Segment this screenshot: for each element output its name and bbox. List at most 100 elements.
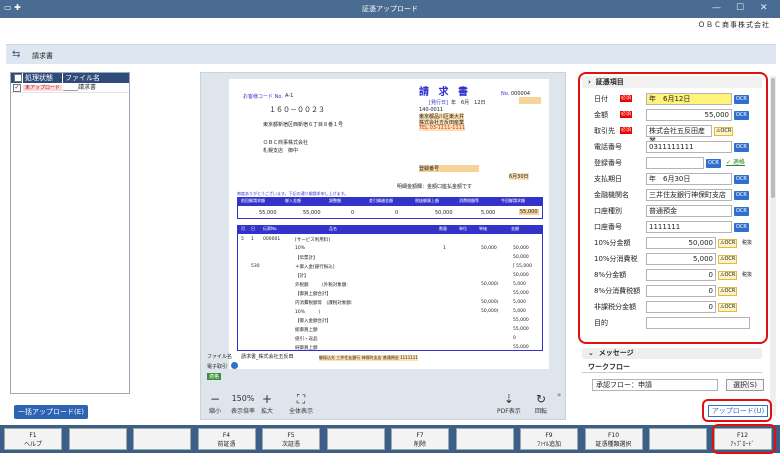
zoom-out-button[interactable]: − 縮小 bbox=[209, 392, 221, 415]
section-header: ⇆ 請求書 bbox=[6, 44, 776, 64]
file-name-label: ファイル名 bbox=[207, 354, 233, 360]
detail-cell-amt: 50,000 bbox=[513, 246, 529, 251]
detail-cell-name: 【御買上額合計】 bbox=[295, 292, 331, 297]
pdf-icon: ⇣ bbox=[503, 392, 514, 406]
detail-cell-amt: 0 bbox=[513, 336, 516, 341]
fkey-f9[interactable]: F9 ﾌｧｲﾙ追加 bbox=[520, 428, 578, 450]
highlight-fields bbox=[578, 72, 768, 344]
fkey-blank-10[interactable] bbox=[649, 428, 707, 450]
fkey-label: 証憑種類選択 bbox=[595, 441, 632, 448]
workflow-field: 承認フロー：申請 bbox=[592, 379, 718, 391]
document-viewer[interactable]: お客様コード No. A-1 １６０－００２３ 東京都新宿区西新宿６丁目８番１号… bbox=[200, 72, 566, 420]
detail-cell-amt: 5,000 bbox=[513, 282, 526, 287]
file-row[interactable]: ✓ 未アップロード _____請求書 bbox=[11, 83, 129, 93]
detail-cell-amt: 55,000 bbox=[513, 327, 529, 332]
detail-cell-price: 50,000) bbox=[481, 309, 499, 314]
detail-cell-no: 000001 bbox=[263, 237, 281, 242]
fkey-label: ヘルプ bbox=[23, 441, 42, 448]
file-list-header: 処理状態 ファイル名 bbox=[11, 73, 129, 83]
fkey-label: 次証憑 bbox=[281, 441, 300, 448]
detail-cell-c1: 5 bbox=[241, 237, 244, 242]
pdf-view-button[interactable]: ⇣ PDF表示 bbox=[497, 392, 521, 415]
fkey-number: F7 bbox=[416, 432, 424, 439]
detail-cell-name: [サービス利用料] bbox=[295, 238, 331, 243]
detail-cell-name: 内消費税額等 (課税対象額: bbox=[295, 301, 353, 306]
detail-cell-qty: 1 bbox=[443, 246, 446, 251]
fkey-f10[interactable]: F10 証憑種類選択 bbox=[584, 428, 643, 450]
invoice-page: お客様コード No. A-1 １６０－００２３ 東京都新宿区西新宿６丁目８番１号… bbox=[229, 79, 549, 369]
scroll-thumb[interactable] bbox=[771, 78, 775, 198]
file-list: 処理状態 ファイル名 ✓ 未アップロード _____請求書 bbox=[10, 72, 130, 394]
detail-cell-amt: 50,000 bbox=[513, 255, 529, 260]
detail-cell-name: 外税額 (外税対象額: bbox=[295, 283, 348, 288]
fkey-blank-1[interactable] bbox=[68, 428, 127, 450]
section-title: 請求書 bbox=[32, 52, 53, 60]
fit-page-button[interactable]: ⛶ 全体表示 bbox=[289, 392, 313, 415]
fkey-f4[interactable]: F4 前証憑 bbox=[197, 428, 256, 450]
detail-cell-name: 総御買上額 bbox=[295, 328, 318, 333]
detail-cell-amt: 50,000 bbox=[513, 273, 529, 278]
title-bar: ▭ ✚ 証憑アップロード — ☐ ✕ bbox=[0, 0, 780, 18]
fkey-label: 削除 bbox=[413, 441, 426, 448]
detail-cell-c2: 530 bbox=[251, 264, 260, 269]
detail-cell-name: 純御買上額 bbox=[295, 346, 318, 351]
zoom-in-button[interactable]: + 拡大 bbox=[261, 392, 273, 415]
detail-cell-name: 【伝票計】 bbox=[295, 256, 318, 261]
detail-lines: 5 1 000001 [サービス利用料] 10% 1 50,000 50,000 【伝票計】 50… bbox=[229, 79, 549, 369]
detail-cell-amt: 55,000 bbox=[513, 318, 529, 323]
detail-cell-name: 【計】 bbox=[295, 274, 309, 279]
zoom-out-icon: − bbox=[209, 392, 221, 406]
fit-icon: ⛶ bbox=[296, 392, 306, 406]
detail-cell-name: 10% ( bbox=[295, 310, 321, 315]
bulk-upload-button[interactable]: 一括アップロード(E) bbox=[14, 405, 88, 419]
panel-scrollbar[interactable] bbox=[770, 76, 776, 416]
fkey-number: F5 bbox=[287, 432, 295, 439]
fkey-f1[interactable]: F1 ヘルプ bbox=[4, 428, 62, 450]
fkey-label: ﾌｧｲﾙ追加 bbox=[536, 441, 561, 448]
zoom-level[interactable]: 150% 表示倍率 bbox=[231, 392, 255, 415]
file-name-value: 請求書_株式会社五反田 bbox=[241, 353, 294, 360]
file-name-cell: _____請求書 bbox=[63, 84, 97, 91]
detail-cell-c2: 1 bbox=[251, 237, 254, 242]
fkey-blank-5[interactable] bbox=[326, 428, 385, 450]
swap-icon: ⇆ bbox=[12, 49, 21, 60]
window-title: 証憑アップロード bbox=[362, 5, 418, 13]
select-workflow-button[interactable]: 選択(S) bbox=[726, 379, 764, 391]
status-badge: 未アップロード bbox=[23, 85, 63, 91]
rotate-button[interactable]: ↻ 回転 bbox=[535, 392, 547, 415]
message-section[interactable]: ⌄ メッセージ bbox=[582, 348, 762, 359]
collapse-icon[interactable]: » bbox=[557, 391, 561, 399]
function-key-bar: F1 ヘルプ F4 前証憑 F5 次証憑 F7 削除 F9 ﾌｧｲﾙ追加 F10 証憑種類選択 F12 ｱ… bbox=[0, 425, 780, 453]
rotate-icon: ↻ bbox=[535, 392, 547, 406]
fkey-f5[interactable]: F5 次証憑 bbox=[262, 428, 320, 450]
fkey-number: F10 bbox=[607, 432, 620, 439]
fkey-blank-2[interactable] bbox=[133, 428, 191, 450]
fkey-blank-7[interactable] bbox=[455, 428, 514, 450]
detail-cell-name: 値引・返品 bbox=[295, 337, 318, 342]
info-icon[interactable] bbox=[231, 362, 238, 369]
close-button[interactable]: ✕ bbox=[760, 3, 768, 13]
col-filename: ファイル名 bbox=[65, 74, 100, 82]
maximize-button[interactable]: ☐ bbox=[736, 3, 744, 13]
detail-cell-amt: 55,000 bbox=[513, 345, 529, 350]
row-checkbox[interactable]: ✓ bbox=[13, 84, 21, 92]
fkey-label: 前証憑 bbox=[217, 441, 236, 448]
upload-button[interactable]: アップロード(U) bbox=[708, 405, 768, 417]
detail-cell-price: 50,000 bbox=[481, 246, 497, 251]
detail-cell-amt: 5,000 bbox=[513, 300, 526, 305]
eligible-badge: 適格 bbox=[207, 373, 222, 380]
fkey-number: F4 bbox=[222, 432, 231, 439]
company-name: ＯＢＣ商事株式会社 bbox=[698, 21, 770, 29]
select-all-checkbox[interactable] bbox=[14, 74, 22, 82]
fkey-number: F9 bbox=[545, 432, 553, 439]
detail-cell-name: 10% bbox=[295, 246, 306, 251]
detail-cell-name: ＊御入金[銀行振込] bbox=[295, 265, 335, 270]
workflow-section-title: ワークフロー bbox=[582, 362, 762, 373]
e-book-label: 電子取引 bbox=[207, 364, 228, 370]
highlight-f12 bbox=[712, 424, 776, 454]
detail-cell-price: 50,000) bbox=[481, 282, 499, 287]
fkey-f7[interactable]: F7 削除 bbox=[391, 428, 449, 450]
col-status: 処理状態 bbox=[23, 73, 63, 83]
minimize-button[interactable]: — bbox=[712, 3, 721, 13]
chevron-down-icon: ⌄ bbox=[588, 349, 594, 357]
